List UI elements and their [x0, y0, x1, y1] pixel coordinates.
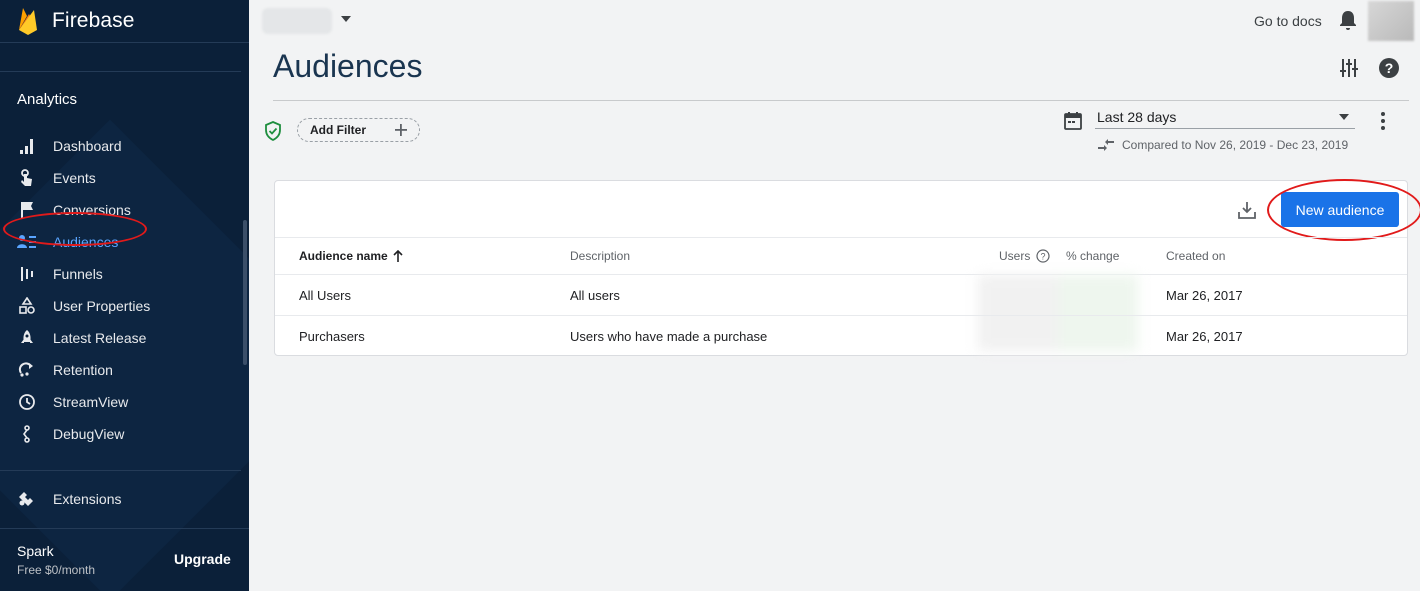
- column-header-description: Description: [570, 249, 631, 263]
- table-cell-name[interactable]: All Users: [299, 288, 351, 303]
- extensions-label: Extensions: [53, 491, 122, 507]
- divider: [275, 315, 1407, 316]
- redacted-metrics: [978, 275, 1138, 351]
- more-vert-icon[interactable]: [1378, 111, 1388, 131]
- retention-icon: [17, 360, 37, 380]
- extensions-icon: [17, 490, 37, 508]
- sidebar-item-label: Audiences: [53, 234, 119, 250]
- sidebar-item-label: Dashboard: [53, 138, 122, 154]
- plus-icon: [395, 124, 407, 136]
- compare-arrows-icon: [1098, 139, 1114, 151]
- app-name: Firebase: [52, 9, 135, 32]
- bar-chart-icon: [17, 136, 37, 156]
- sidebar-item-label: Latest Release: [53, 330, 147, 346]
- column-header-created-on: Created on: [1166, 249, 1226, 263]
- rocket-icon: [17, 328, 37, 348]
- sidebar-item-label: DebugView: [53, 426, 125, 442]
- svg-text:?: ?: [1041, 252, 1046, 262]
- audience-icon: [17, 232, 37, 252]
- table-cell-created: Mar 26, 2017: [1166, 288, 1243, 303]
- clock-icon: [17, 392, 37, 412]
- sidebar-item-label: StreamView: [53, 394, 129, 410]
- help-icon[interactable]: ?: [1378, 57, 1400, 79]
- sidebar-item-funnels[interactable]: Funnels: [0, 258, 241, 290]
- comparison-range: Compared to Nov 26, 2019 - Dec 23, 2019: [1098, 138, 1348, 152]
- page-title: Audiences: [273, 48, 423, 84]
- calendar-icon: [1064, 112, 1082, 130]
- divider: [0, 470, 241, 471]
- go-to-docs-link[interactable]: Go to docs: [1254, 13, 1322, 29]
- table-cell-description: All users: [570, 288, 620, 303]
- sidebar-item-user-properties[interactable]: User Properties: [0, 290, 241, 322]
- debug-icon: [17, 424, 37, 444]
- sidebar-item-label: Funnels: [53, 266, 103, 282]
- chevron-down-icon: [1339, 114, 1349, 120]
- shapes-icon: [17, 296, 37, 316]
- tune-settings-icon[interactable]: [1340, 58, 1358, 78]
- sidebar-item-conversions[interactable]: Conversions: [0, 194, 241, 226]
- sidebar-item-dashboard[interactable]: Dashboard: [0, 130, 241, 162]
- date-range-select[interactable]: Last 28 days: [1095, 106, 1355, 129]
- sidebar-item-label: Conversions: [53, 202, 131, 218]
- date-range-value: Last 28 days: [1097, 109, 1177, 125]
- firebase-logo-icon: [19, 8, 37, 35]
- sidebar-item-label: Events: [53, 170, 96, 186]
- avatar[interactable]: [1368, 1, 1414, 41]
- notifications-bell-icon[interactable]: [1339, 10, 1357, 31]
- divider: [0, 528, 249, 529]
- divider: [273, 100, 1409, 101]
- analytics-nav: Dashboard Events Conversions Audiences F…: [0, 130, 241, 450]
- touch-icon: [17, 168, 37, 188]
- plan-name: Spark: [17, 543, 54, 559]
- audiences-table-card: New audience Audience name Description U…: [274, 179, 1420, 356]
- add-filter-label: Add Filter: [310, 123, 366, 137]
- column-header-users: Users ?: [999, 249, 1050, 263]
- new-audience-button[interactable]: New audience: [1281, 192, 1399, 227]
- divider: [275, 237, 1407, 238]
- column-header-audience-name[interactable]: Audience name: [299, 249, 403, 263]
- sidebar-item-retention[interactable]: Retention: [0, 354, 241, 386]
- funnel-icon: [17, 264, 37, 284]
- brand-header[interactable]: Firebase: [0, 0, 249, 43]
- help-outline-icon[interactable]: ?: [1036, 249, 1050, 263]
- section-title-analytics: Analytics: [17, 91, 78, 108]
- sidebar-item-events[interactable]: Events: [0, 162, 241, 194]
- comparison-text: Compared to Nov 26, 2019 - Dec 23, 2019: [1122, 138, 1349, 152]
- divider: [275, 274, 1407, 275]
- shield-check-icon: [265, 121, 281, 141]
- upgrade-button[interactable]: Upgrade: [174, 551, 231, 567]
- sidebar-item-label: Retention: [53, 362, 113, 378]
- sidebar-item-audiences[interactable]: Audiences: [0, 212, 241, 258]
- sidebar-item-latest-release[interactable]: Latest Release: [0, 322, 241, 354]
- flag-icon: [17, 200, 37, 220]
- add-filter-button[interactable]: Add Filter: [297, 118, 420, 142]
- project-selector[interactable]: [262, 8, 332, 34]
- sort-arrow-up-icon: [393, 250, 403, 262]
- sidebar-item-streamview[interactable]: StreamView: [0, 386, 241, 418]
- table-cell-description: Users who have made a purchase: [570, 329, 768, 344]
- column-header-change: % change: [1066, 249, 1120, 263]
- plan-price: Free $0/month: [17, 563, 96, 577]
- divider: [0, 71, 241, 72]
- chevron-down-icon[interactable]: [341, 16, 351, 22]
- sidebar: Firebase Analytics Dashboard Events Conv…: [0, 0, 249, 591]
- sidebar-item-debugview[interactable]: DebugView: [0, 418, 241, 450]
- sidebar-item-extensions[interactable]: Extensions: [17, 490, 121, 508]
- svg-text:?: ?: [1385, 60, 1394, 76]
- download-icon[interactable]: [1237, 200, 1257, 220]
- sidebar-scrollbar[interactable]: [243, 220, 247, 365]
- sidebar-item-label: User Properties: [53, 298, 151, 314]
- table-cell-created: Mar 26, 2017: [1166, 329, 1243, 344]
- plan-info: Spark Free $0/month: [17, 543, 95, 577]
- table-cell-name[interactable]: Purchasers: [299, 329, 365, 344]
